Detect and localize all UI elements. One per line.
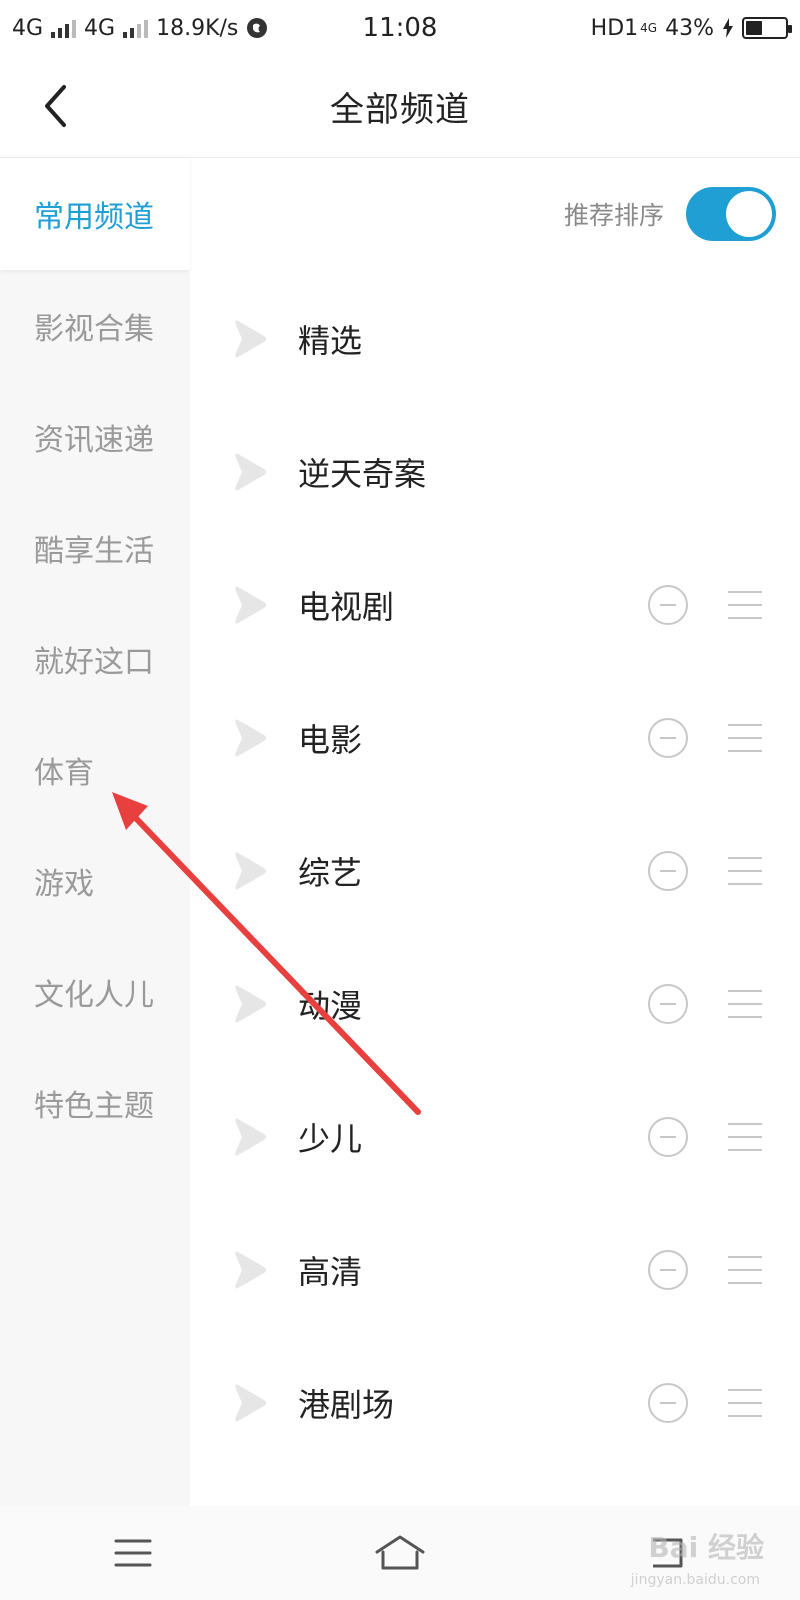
play-icon [235, 1384, 266, 1421]
remove-channel-button[interactable] [648, 850, 688, 891]
network-label-1: 4G [12, 15, 44, 41]
play-icon [235, 852, 266, 889]
channel-label: 港剧场 [298, 1385, 395, 1424]
network-speed: 18.9K/s [156, 15, 239, 41]
signal-icon-1 [51, 18, 77, 38]
hd-network-label: 4G [640, 21, 658, 35]
chevron-left-icon [45, 85, 66, 127]
channel-row[interactable]: 逆天奇案 [190, 405, 800, 538]
channel-row[interactable]: 港剧场 [190, 1336, 800, 1469]
status-bar: 4G 4G 18.9K/s 11:08 HD1 4G 43% [0, 0, 800, 56]
sidebar-item-featured[interactable]: 特色主题 [0, 1047, 190, 1158]
channel-label: 高清 [298, 1252, 363, 1291]
play-icon [235, 719, 266, 756]
toggle-knob [726, 191, 772, 237]
channel-list: 精选 逆天奇案 电视剧 电影 综艺 动漫 少儿 高清 港剧场 [190, 272, 800, 1469]
sidebar-item-common[interactable]: 常用频道 [0, 158, 190, 270]
remove-channel-button[interactable] [648, 983, 688, 1024]
vpn-globe-icon [247, 18, 268, 38]
play-icon [235, 320, 266, 357]
sidebar-item-lifestyle[interactable]: 酷享生活 [0, 492, 190, 603]
play-icon [235, 1118, 266, 1155]
channel-label: 精选 [298, 321, 363, 360]
charging-icon [723, 18, 733, 38]
sidebar-item-film-collection[interactable]: 影视合集 [0, 270, 190, 381]
sidebar-item-sports[interactable]: 体育 [0, 714, 190, 825]
watermark-logo: Bai 经验 [648, 1531, 764, 1564]
drag-handle-icon[interactable] [728, 723, 762, 752]
page-title: 全部频道 [330, 90, 470, 130]
drag-handle-icon[interactable] [728, 1122, 762, 1151]
remove-channel-button[interactable] [648, 1116, 688, 1157]
status-right: HD1 4G 43% [590, 15, 792, 41]
channel-row[interactable]: 电影 [190, 671, 800, 804]
channel-row[interactable]: 少儿 [190, 1070, 800, 1203]
recommend-sort-toggle[interactable] [686, 187, 776, 241]
sidebar-item-taste[interactable]: 就好这口 [0, 603, 190, 714]
sort-label: 推荐排序 [563, 201, 664, 230]
back-button[interactable] [28, 78, 84, 134]
drag-handle-icon[interactable] [728, 1255, 762, 1284]
remove-channel-button[interactable] [648, 1249, 688, 1290]
sort-row: 推荐排序 [564, 186, 776, 242]
remove-channel-button[interactable] [648, 584, 688, 625]
battery-fill [746, 21, 763, 35]
signal-icon-2 [123, 18, 149, 38]
play-icon [235, 586, 266, 623]
sidebar-item-games[interactable]: 游戏 [0, 825, 190, 936]
drag-handle-icon[interactable] [728, 856, 762, 885]
hd-label: HD1 [590, 15, 639, 41]
play-icon [235, 453, 266, 490]
battery-percent: 43% [665, 15, 714, 41]
network-label-2: 4G [84, 15, 116, 41]
channel-row[interactable]: 电视剧 [190, 538, 800, 671]
channel-row[interactable]: 动漫 [190, 937, 800, 1070]
drag-handle-icon[interactable] [728, 590, 762, 619]
channel-row[interactable]: 高清 [190, 1203, 800, 1336]
header: 全部频道 [0, 56, 800, 158]
channel-label: 动漫 [298, 986, 363, 1025]
play-icon [235, 1251, 266, 1288]
remove-channel-button[interactable] [648, 717, 688, 758]
channel-row[interactable]: 综艺 [190, 804, 800, 937]
channel-label: 电视剧 [298, 587, 395, 626]
status-left: 4G 4G 18.9K/s [12, 16, 268, 41]
menu-nav-button[interactable] [93, 1523, 173, 1583]
drag-handle-icon[interactable] [728, 1388, 762, 1417]
sidebar-item-news[interactable]: 资讯速递 [0, 381, 190, 492]
channel-label: 逆天奇案 [298, 454, 427, 493]
remove-channel-button[interactable] [648, 1382, 688, 1423]
channel-label: 少儿 [298, 1119, 363, 1158]
menu-icon [114, 1539, 152, 1567]
drag-handle-icon[interactable] [728, 989, 762, 1018]
watermark-url: jingyan.baidu.com [630, 1572, 760, 1588]
channel-label: 电影 [298, 720, 363, 759]
play-icon [235, 985, 266, 1022]
home-nav-button[interactable] [360, 1523, 440, 1583]
channel-label: 综艺 [298, 853, 363, 892]
channel-row[interactable]: 精选 [190, 272, 800, 405]
home-icon [375, 1535, 425, 1570]
sidebar-item-culture[interactable]: 文化人儿 [0, 936, 190, 1047]
battery-icon [742, 17, 792, 39]
status-time: 11:08 [362, 13, 438, 43]
category-sidebar: 常用频道 影视合集 资讯速递 酷享生活 就好这口 体育 游戏 文化人儿 特色主题 [0, 158, 190, 1506]
